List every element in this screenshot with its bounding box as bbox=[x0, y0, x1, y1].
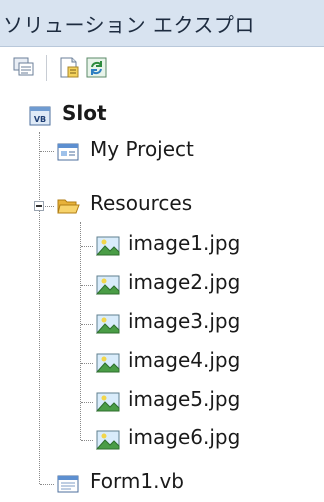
properties-icon bbox=[56, 55, 82, 81]
solution-explorer-titlebar: ソリューション エクスプロ bbox=[0, 0, 324, 47]
image-file-icon bbox=[96, 273, 120, 297]
refresh-icon bbox=[84, 55, 110, 81]
tree-item-label: image4.jpg bbox=[128, 348, 241, 372]
vb-project-icon: VB bbox=[28, 104, 52, 128]
tree-item-image6[interactable]: image6.jpg bbox=[0, 422, 324, 458]
refresh-button[interactable] bbox=[84, 55, 110, 81]
tree-item-resources[interactable]: Resources bbox=[0, 188, 324, 224]
show-all-files-icon bbox=[12, 55, 38, 81]
my-project-icon bbox=[56, 140, 80, 164]
tree-item-my-project[interactable]: My Project bbox=[0, 134, 324, 170]
vb-form-icon bbox=[56, 472, 80, 496]
image-file-icon bbox=[96, 312, 120, 336]
toolbar-separator bbox=[46, 55, 47, 81]
solution-explorer-toolbar bbox=[0, 47, 324, 89]
solution-tree: VB Slot My Project Resources image1.jpg … bbox=[0, 98, 324, 497]
show-all-files-button[interactable] bbox=[12, 55, 38, 81]
image-file-icon bbox=[96, 351, 120, 375]
tree-item-label: My Project bbox=[90, 137, 194, 161]
tree-item-image1[interactable]: image1.jpg bbox=[0, 228, 324, 264]
tree-item-root[interactable]: VB Slot bbox=[0, 98, 324, 134]
tree-item-image2[interactable]: image2.jpg bbox=[0, 267, 324, 303]
image-file-icon bbox=[96, 234, 120, 258]
tree-item-label: image5.jpg bbox=[128, 387, 241, 411]
tree-item-image3[interactable]: image3.jpg bbox=[0, 306, 324, 342]
folder-open-icon bbox=[56, 194, 80, 218]
tree-item-label: image2.jpg bbox=[128, 270, 241, 294]
tree-item-label: image3.jpg bbox=[128, 309, 241, 333]
tree-item-label: Form1.vb bbox=[90, 469, 184, 493]
tree-item-label: image6.jpg bbox=[128, 425, 241, 449]
properties-button[interactable] bbox=[56, 55, 82, 81]
tree-item-label: Resources bbox=[90, 191, 193, 215]
tree-item-image4[interactable]: image4.jpg bbox=[0, 345, 324, 381]
tree-item-label: Slot bbox=[62, 101, 107, 125]
tree-item-image5[interactable]: image5.jpg bbox=[0, 384, 324, 420]
image-file-icon bbox=[96, 390, 120, 414]
image-file-icon bbox=[96, 428, 120, 452]
svg-text:VB: VB bbox=[34, 115, 46, 124]
tree-item-label: image1.jpg bbox=[128, 231, 241, 255]
panel-title: ソリューション エクスプロ bbox=[3, 13, 255, 37]
